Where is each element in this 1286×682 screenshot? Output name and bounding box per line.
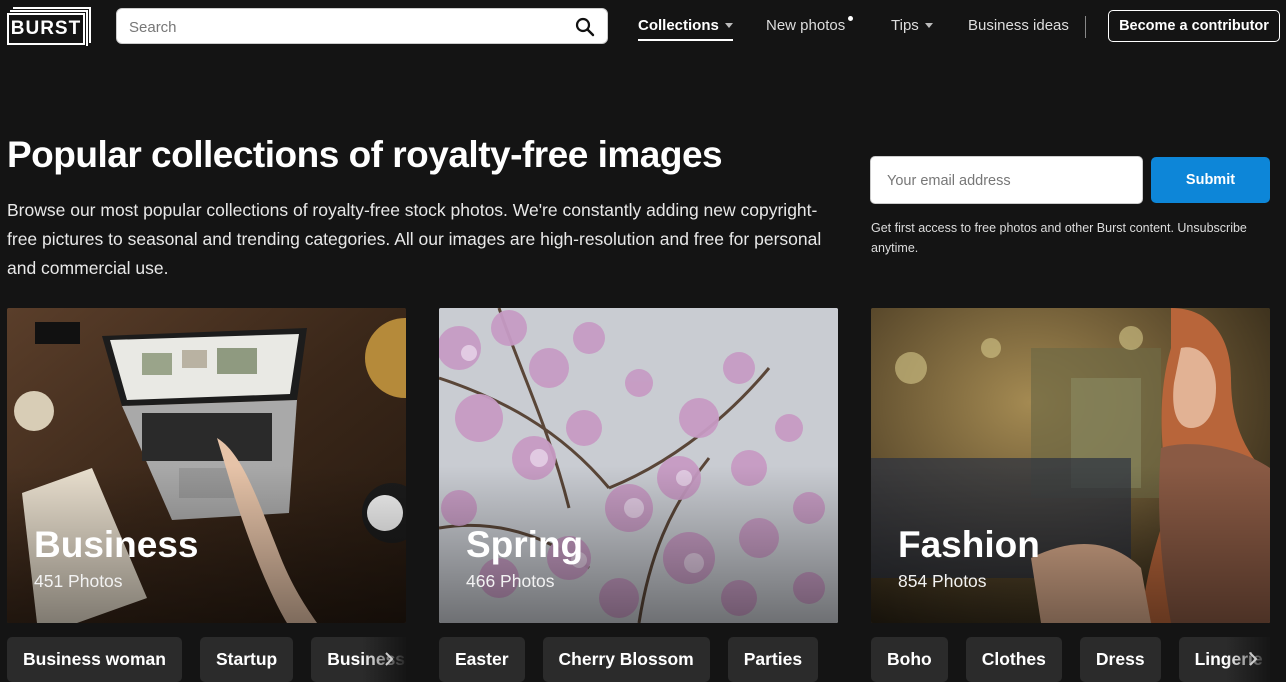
tag-pill[interactable]: Clothes (965, 637, 1062, 682)
nav-business-ideas-label: Business ideas (968, 17, 1069, 34)
search-input[interactable] (127, 9, 571, 45)
collection-card-spring[interactable]: Spring 466 Photos (439, 308, 838, 623)
burst-logo[interactable]: BURST (7, 7, 91, 47)
collection-title: Fashion (898, 524, 1040, 565)
page-title: Popular collections of royalty-free imag… (7, 134, 723, 175)
chevron-right-icon[interactable] (1244, 650, 1262, 668)
newsletter-fine-print: Get first access to free photos and othe… (871, 221, 1247, 255)
tag-pill[interactable]: Dress (1079, 637, 1161, 682)
nav-collections[interactable]: Collections (638, 17, 733, 41)
site-header: BURST Collections New photos Tips Busine… (0, 0, 1286, 54)
chevron-right-icon[interactable] (380, 650, 398, 668)
search-box[interactable] (116, 8, 608, 45)
page-description: Browse our most popular collections of r… (7, 200, 822, 278)
become-contributor-button[interactable]: Become a contributor (1108, 10, 1280, 42)
tag-pill[interactable]: Startup (199, 637, 294, 682)
logo-text: BURST (7, 13, 85, 45)
nav-tips-label: Tips (891, 17, 919, 34)
collection-title: Business (34, 524, 199, 565)
tag-pill[interactable]: Cherry Blossom (542, 637, 710, 682)
email-field[interactable] (885, 157, 1129, 205)
nav-tips[interactable]: Tips (891, 17, 933, 34)
collection-card-fashion[interactable]: Fashion 854 Photos (871, 308, 1270, 623)
tag-pill[interactable]: Easter (439, 637, 525, 682)
collection-count: 451 Photos (34, 571, 123, 591)
tag-list-business: Business woman Startup Business (7, 637, 406, 682)
email-field-wrapper[interactable] (870, 156, 1143, 205)
tag-pill[interactable]: Boho (871, 637, 948, 682)
tag-pill[interactable]: Parties (727, 637, 819, 682)
new-indicator-dot (848, 16, 854, 21)
collection-card-business[interactable]: Business 451 Photos (7, 308, 406, 623)
collection-count: 466 Photos (466, 571, 555, 591)
search-icon[interactable] (575, 17, 595, 37)
nav-new-photos-label: New photos (766, 17, 846, 34)
chevron-down-icon (924, 22, 933, 28)
chevron-down-icon (724, 22, 733, 28)
tag-list-spring: Easter Cherry Blossom Parties (439, 637, 838, 682)
nav-divider (1085, 16, 1086, 38)
nav-business-ideas[interactable]: Business ideas (968, 17, 1069, 34)
collection-count: 854 Photos (898, 571, 987, 591)
nav-collections-label: Collections (638, 17, 719, 34)
collection-title: Spring (466, 524, 584, 565)
nav-new-photos[interactable]: New photos (766, 16, 854, 34)
submit-button[interactable]: Submit (1151, 157, 1270, 203)
tag-pill[interactable]: Business woman (7, 637, 182, 682)
tag-list-fashion: Boho Clothes Dress Lingerie (871, 637, 1270, 682)
